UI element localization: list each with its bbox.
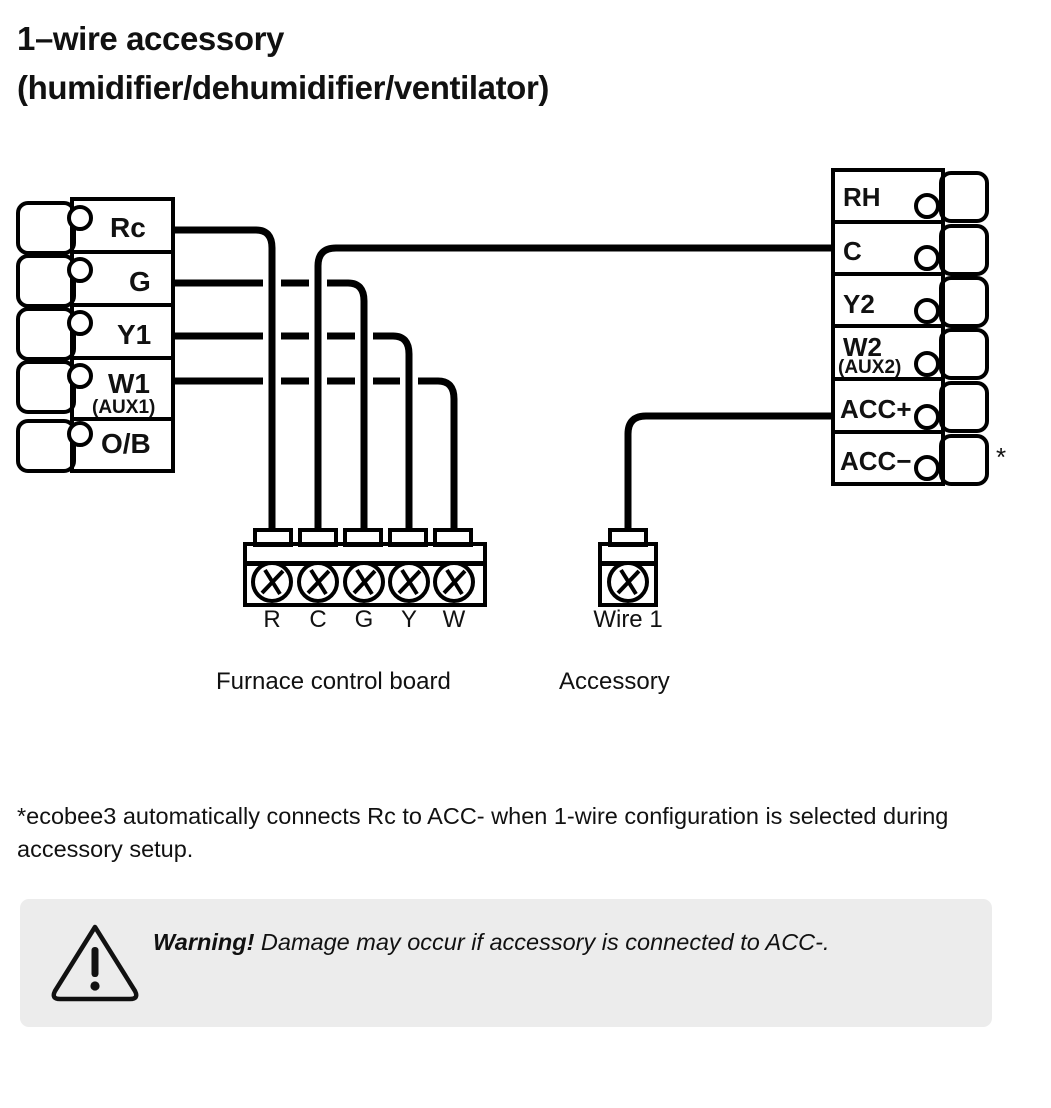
board-pin-label-y: Y (400, 606, 417, 633)
warning-triangle-icon (50, 921, 140, 1005)
terminal-sublabel-aux2: (AUX2) (838, 357, 902, 378)
terminal-label-w1: W1 (108, 368, 150, 399)
terminal-label-y1: Y1 (117, 319, 152, 350)
warning-heading: Warning! (153, 929, 255, 955)
furnace-board-screws (251, 561, 475, 603)
warning-message: Warning! Damage may occur if accessory i… (153, 920, 973, 964)
terminal-label-ob: O/B (101, 428, 151, 459)
terminal-label-y2: Y2 (843, 289, 875, 319)
accessory-caption: Accessory (559, 668, 670, 695)
accminus-asterisk: * (996, 442, 1007, 472)
right-terminal-block (831, 168, 989, 486)
wire-bundle (173, 226, 833, 530)
terminal-label-accminus: ACC− (840, 446, 912, 476)
terminal-sublabel-aux1: (AUX1) (92, 397, 156, 418)
page-title-line-1: 1–wire accessory (17, 20, 284, 57)
wire-y1-to-y-seg4 (373, 332, 413, 530)
terminal-label-c: C (843, 236, 862, 266)
accessory-screw (607, 561, 649, 603)
furnace-control-board (243, 528, 487, 607)
footnote-text: *ecobee3 automatically connects Rc to AC… (17, 803, 949, 862)
wire-accplus-to-wire1 (624, 412, 833, 530)
warning-body: Damage may occur if accessory is connect… (254, 929, 830, 955)
wire-w1-to-w-seg5 (418, 377, 458, 530)
left-terminal-screws (67, 205, 93, 447)
warning-panel: Warning! Damage may occur if accessory i… (20, 899, 992, 1027)
accessory-pin-label-wire1: Wire 1 (593, 606, 663, 633)
furnace-board-screw-slots (260, 568, 467, 596)
terminal-label-rh: RH (843, 182, 881, 212)
wire-c-to-c (314, 244, 833, 530)
board-pin-label-r: R (263, 606, 281, 633)
page-title: 1–wire accessory (humidifier/dehumidifie… (17, 14, 917, 112)
wire-rc-to-r (173, 226, 276, 530)
wire-g-to-g-seg3 (327, 279, 368, 530)
terminal-label-g: G (129, 266, 151, 297)
accessory-screw-slot (616, 568, 641, 596)
board-pin-label-c: C (309, 606, 327, 633)
accessory-block (598, 528, 658, 607)
board-pin-label-w: W (442, 606, 466, 633)
page-title-line-2: (humidifier/dehumidifier/ventilator) (17, 69, 549, 106)
terminal-label-accplus: ACC+ (840, 394, 912, 424)
board-pin-label-g: G (354, 606, 374, 633)
right-terminal-screws (914, 193, 940, 481)
terminal-label-rc: Rc (110, 212, 146, 243)
furnace-board-caption: Furnace control board (216, 668, 451, 695)
